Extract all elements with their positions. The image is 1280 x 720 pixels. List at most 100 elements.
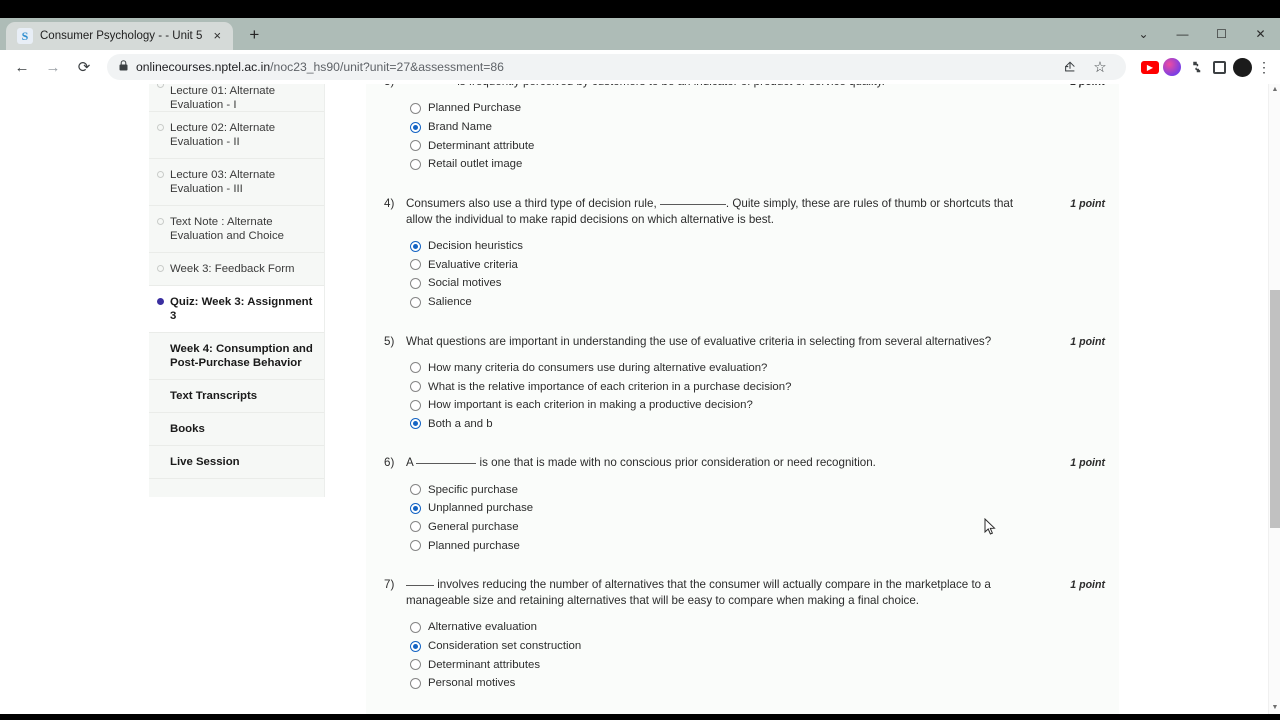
menu-icon[interactable]: ⋮ [1256,59,1272,76]
radio-button[interactable] [410,659,421,671]
browser-tab[interactable]: S Consumer Psychology - - Unit 5 × [6,22,234,50]
option-row[interactable]: Evaluative criteria [410,255,1105,274]
sidebar-item[interactable]: Text Transcripts [149,380,324,413]
tab-title: Consumer Psychology - - Unit 5 [40,30,203,42]
sidebar-item[interactable]: Week 4: Consumption and Post-Purchase Be… [149,333,324,380]
side-panel-icon[interactable] [1209,57,1229,77]
radio-button[interactable] [410,677,421,689]
sidebar-item[interactable]: Lecture 01: Alternate Evaluation - I [149,84,324,112]
radio-button[interactable] [410,240,421,252]
option-label: Planned purchase [428,539,520,552]
sidebar-item-label: Lecture 03: Alternate Evaluation - III [170,169,276,195]
question-text: is frequently perceived by customers to … [406,84,1047,90]
radio-button[interactable] [410,521,421,533]
question-options: How many criteria do consumers use durin… [410,359,1105,434]
question-text-post: is frequently perceived by customers to … [454,84,885,88]
radio-button[interactable] [410,140,421,152]
option-row[interactable]: How many criteria do consumers use durin… [410,359,1105,378]
radio-button[interactable] [410,418,421,430]
option-row[interactable]: Determinant attributes [410,655,1105,674]
radio-button[interactable] [410,296,421,308]
option-row[interactable]: Planned Purchase [410,99,1105,118]
sidebar-item[interactable]: Lecture 03: Alternate Evaluation - III [149,159,324,206]
option-row[interactable]: Determinant attribute [410,136,1105,155]
question-points: 1 point [1053,84,1105,90]
forward-icon[interactable]: → [39,53,67,81]
sidebar-item-label: Week 3: Feedback Form [170,263,295,275]
vertical-scrollbar[interactable]: ▲ ▼ [1268,84,1280,714]
option-row[interactable]: Unplanned purchase [410,499,1105,518]
sidebar-item[interactable]: Quiz: Week 3: Assignment 3 [149,286,324,333]
option-row[interactable]: Decision heuristics [410,237,1105,256]
scrollbar-thumb[interactable] [1270,290,1280,528]
new-tab-icon[interactable]: + [240,22,268,50]
radio-button[interactable] [410,640,421,652]
radio-button[interactable] [410,484,421,496]
share-icon[interactable] [1056,53,1084,81]
option-label: Consideration set construction [428,640,582,653]
radio-button[interactable] [410,621,421,633]
radio-button[interactable] [410,102,421,114]
sidebar-item[interactable]: Week 3: Feedback Form [149,253,324,286]
option-row[interactable]: Alternative evaluation [410,618,1105,637]
option-label: Determinant attributes [428,658,541,671]
radio-button[interactable] [410,259,421,271]
address-bar[interactable]: onlinecourses.nptel.ac.in/noc23_hs90/uni… [107,54,1126,80]
option-row[interactable]: What is the relative importance of each … [410,377,1105,396]
browser-window: S Consumer Psychology - - Unit 5 × + ⌄ —… [0,0,1280,720]
question-text-pre: Consumers also use a third type of decis… [406,196,660,210]
puzzle-extension-icon[interactable] [1185,57,1205,77]
option-row[interactable]: General purchase [410,518,1105,537]
url-host: onlinecourses.nptel.ac.in [136,60,271,74]
youtube-extension-icon[interactable]: ▶ [1141,60,1159,74]
option-row[interactable]: Retail outlet image [410,155,1105,174]
option-label: Personal motives [428,677,516,690]
minimize-icon[interactable]: — [1163,18,1202,50]
scroll-down-arrow-icon[interactable]: ▼ [1269,702,1280,714]
question-blank [416,463,477,465]
avatar[interactable] [1233,57,1252,77]
maximize-icon[interactable]: ☐ [1202,18,1241,50]
option-row[interactable]: Planned purchase [410,536,1105,555]
sidebar-item[interactable]: Books [149,413,324,446]
option-row[interactable]: How important is each criterion in makin… [410,396,1105,415]
option-row[interactable]: Both a and b [410,415,1105,434]
sidebar-item[interactable]: Text Note : Alternate Evaluation and Cho… [149,206,324,253]
radio-button[interactable] [410,362,421,374]
radio-button[interactable] [410,121,421,133]
scroll-up-arrow-icon[interactable]: ▲ [1269,84,1280,96]
sidebar-item-label: Week 4: Consumption and Post-Purchase Be… [170,343,313,369]
back-icon[interactable]: ← [8,53,36,81]
radio-button[interactable] [410,502,421,514]
radio-button[interactable] [410,158,421,170]
chevron-down-icon[interactable]: ⌄ [1124,18,1163,50]
option-row[interactable]: Social motives [410,274,1105,293]
sidebar-item[interactable]: Live Session [149,446,324,479]
option-row[interactable]: Brand Name [410,118,1105,137]
sidebar-item-label: Books [170,423,205,435]
question-points: 1 point [1070,197,1105,210]
radio-button[interactable] [410,540,421,552]
question-text-post: is one that is made with no conscious pr… [476,456,876,470]
window-close-icon[interactable]: ✕ [1241,18,1280,50]
question-header: 4) Consumers also use a third type of dec… [380,196,1105,228]
radio-button[interactable] [410,381,421,393]
bookmark-star-icon[interactable]: ☆ [1086,53,1114,81]
sidebar-item[interactable]: Lecture 02: Alternate Evaluation - II [149,112,324,159]
option-row[interactable]: Specific purchase [410,480,1105,499]
close-icon[interactable]: × [209,28,225,44]
reload-icon[interactable]: ⟳ [70,53,98,81]
radio-button[interactable] [410,399,421,411]
question-number: 5) [384,334,395,348]
brain-extension-icon[interactable] [1163,58,1181,76]
option-row[interactable]: Consideration set construction [410,637,1105,656]
title-bar [0,0,1280,18]
option-row[interactable]: Personal motives [410,674,1105,693]
question-options: Alternative evaluation Consideration set … [410,618,1105,693]
quiz-question: 5) What questions are important in unders… [380,312,1105,434]
option-row[interactable]: Salience [410,293,1105,312]
radio-button[interactable] [410,277,421,289]
option-label: How many criteria do consumers use durin… [428,361,768,374]
sidebar-tail [149,479,324,497]
option-label: Social motives [428,277,502,290]
